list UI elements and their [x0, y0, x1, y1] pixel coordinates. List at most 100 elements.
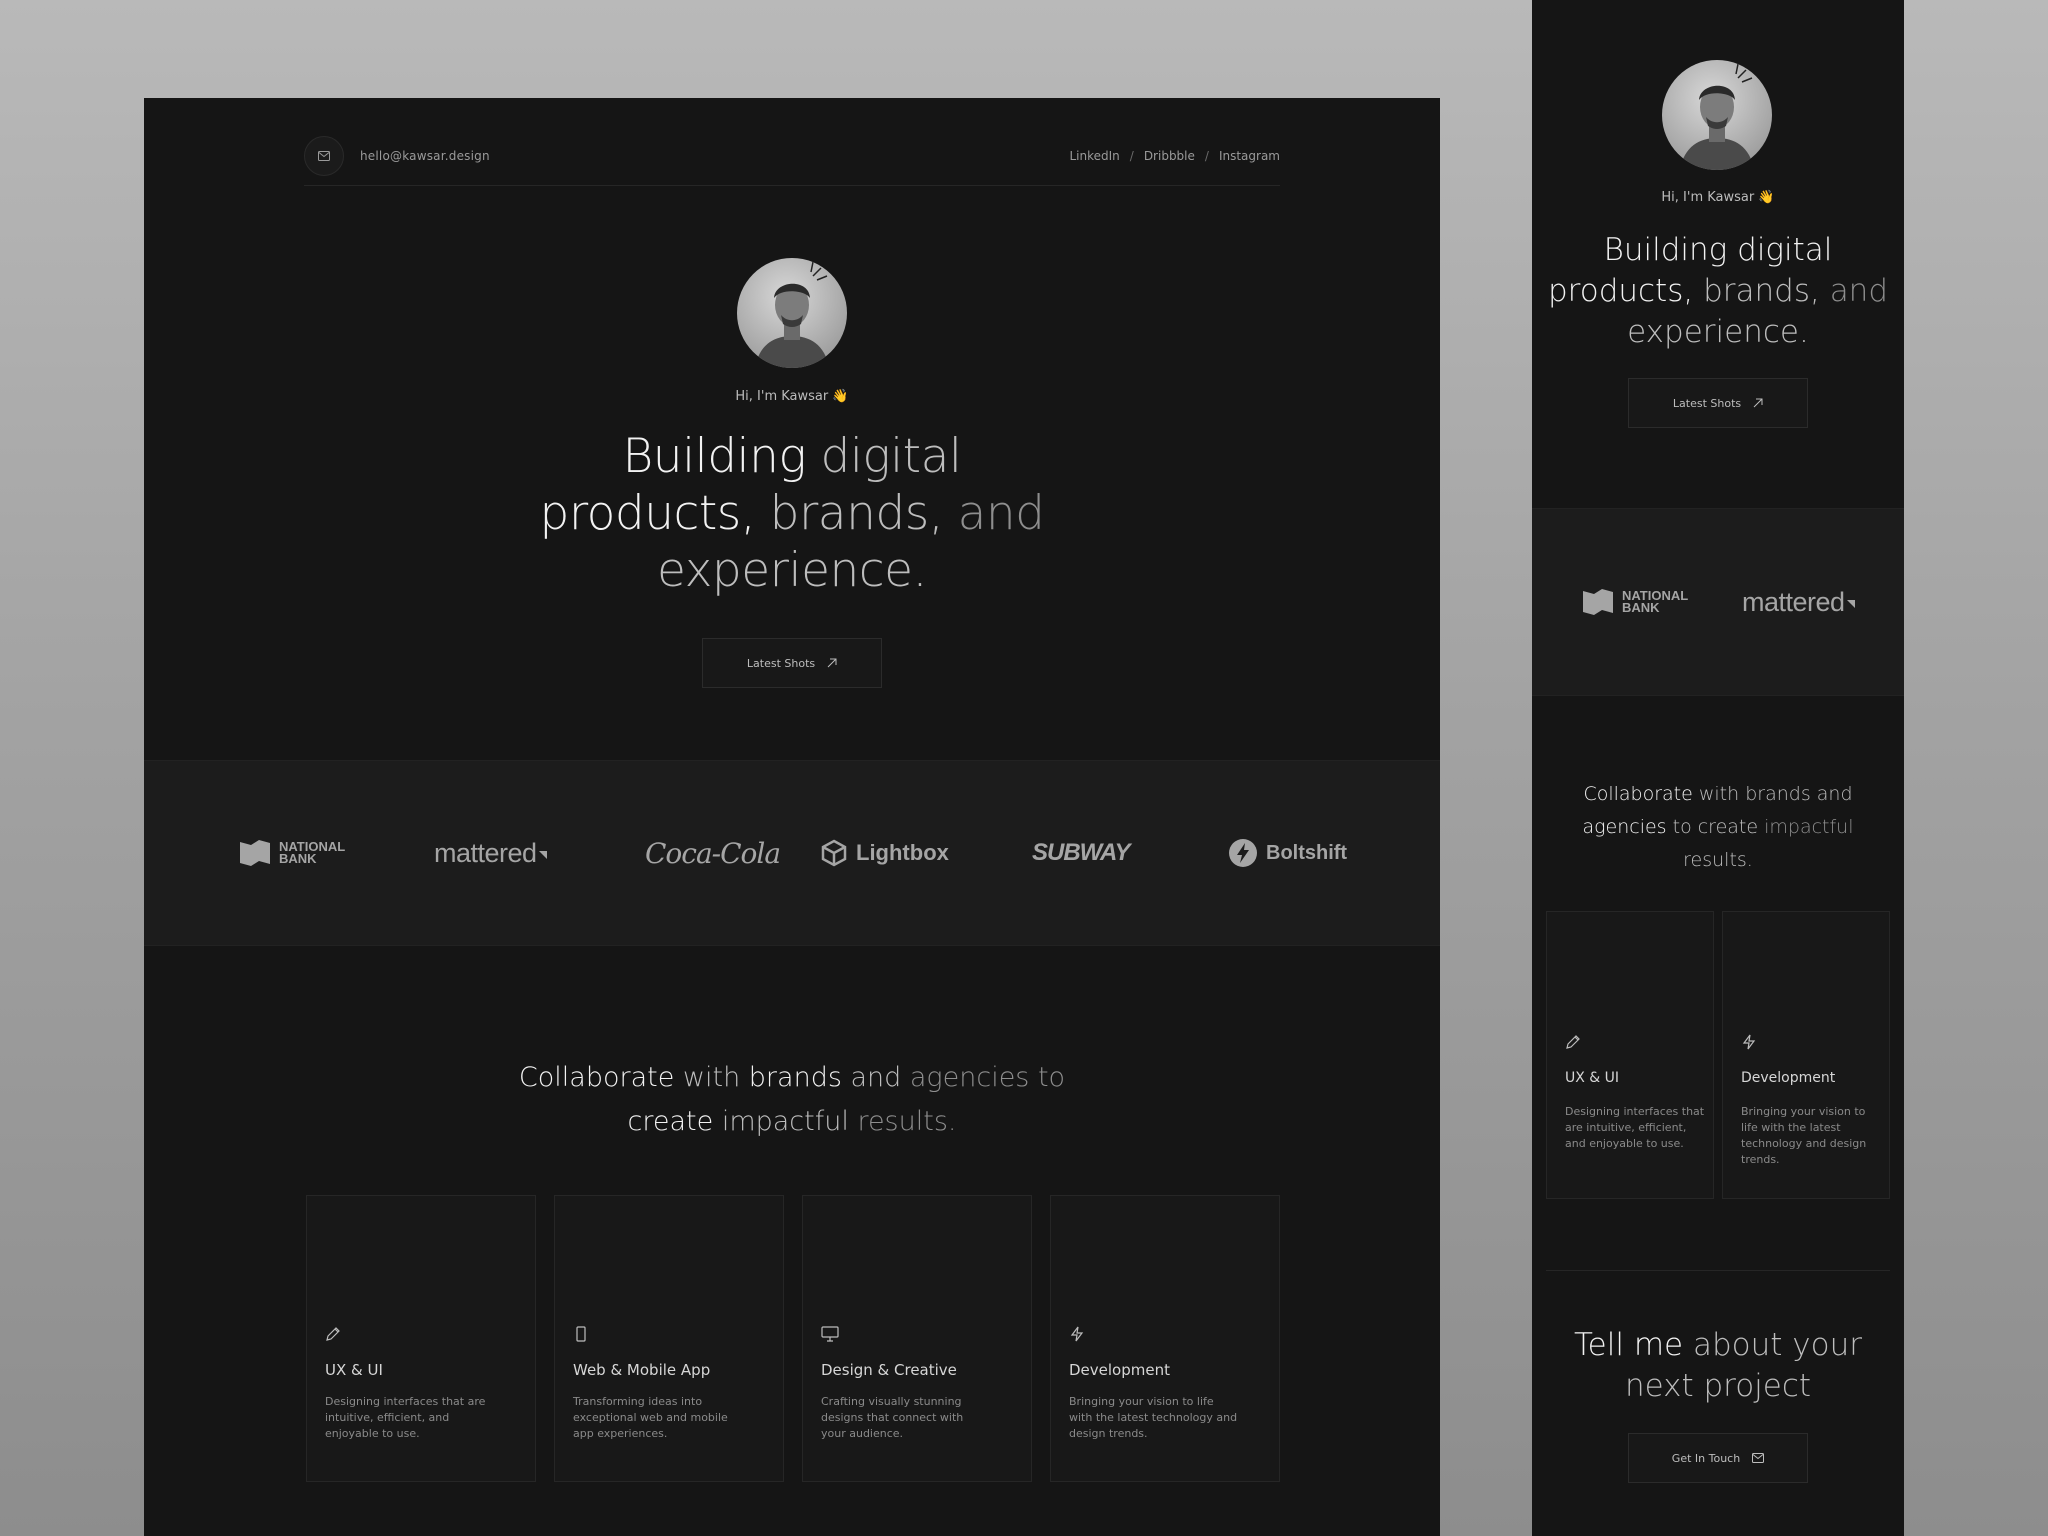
- collab-word: create: [1697, 816, 1765, 838]
- headline-word: experience.: [657, 543, 927, 598]
- headline-word: and: [957, 486, 1045, 541]
- bolt-icon: [1742, 1034, 1756, 1050]
- bolt-circle-icon: [1229, 839, 1257, 867]
- service-card[interactable]: Design & Creative Crafting visually stun…: [802, 1195, 1032, 1482]
- headline-word: experience.: [1627, 314, 1809, 350]
- service-title: UX & UI: [325, 1361, 383, 1379]
- service-description: Designing interfaces that are intuitive,…: [325, 1395, 486, 1440]
- headline-word: and: [1829, 273, 1889, 309]
- collab-word: agencies to: [909, 1062, 1066, 1093]
- separator: /: [1204, 148, 1209, 163]
- headline-word: products,: [539, 486, 770, 541]
- collab-word: results.: [1683, 849, 1753, 871]
- collab-word: impactful: [1764, 816, 1854, 838]
- service-title: Design & Creative: [821, 1361, 957, 1379]
- greeting-text: Hi, I'm Kawsar: [735, 389, 829, 404]
- service-card[interactable]: Web & Mobile App Transforming ideas into…: [554, 1195, 784, 1482]
- instagram-link[interactable]: Instagram: [1219, 149, 1280, 163]
- latest-shots-label: Latest Shots: [1672, 396, 1742, 410]
- service-title: Development: [1741, 1070, 1836, 1086]
- client-logos: NATIONAL BANK mattered Coca-Cola Lightbox…: [144, 760, 1440, 946]
- contact-word: Tell me: [1574, 1327, 1693, 1363]
- boltshift-logo: Boltshift: [1228, 761, 1347, 945]
- service-card[interactable]: Development Bringing your vision to life…: [1722, 911, 1890, 1199]
- service-title: UX & UI: [1565, 1070, 1620, 1086]
- contact-word: next: [1624, 1368, 1704, 1404]
- monitor-icon: [821, 1326, 839, 1342]
- mail-button[interactable]: [304, 135, 344, 176]
- lightbox-wordmark: Lightbox: [856, 840, 949, 865]
- subway-logo: SUBWAY: [1032, 761, 1131, 945]
- headline-word: brands,: [769, 486, 958, 541]
- national-bank-bottom: BANK: [1622, 600, 1660, 615]
- cube-icon: [821, 839, 847, 867]
- collaborate-heading: Collaborate with brands and agencies to …: [1532, 778, 1904, 877]
- mattered-logo: mattered: [434, 761, 547, 945]
- hero-headline: Building digital products, brands, and e…: [1532, 230, 1904, 353]
- get-in-touch-button[interactable]: Get In Touch: [1628, 1433, 1808, 1483]
- collab-word: and: [841, 1062, 910, 1093]
- separator: /: [1129, 148, 1134, 163]
- mattered-wordmark: mattered: [434, 837, 537, 868]
- latest-shots-label: Latest Shots: [746, 656, 816, 670]
- mattered-mark-icon: [538, 851, 547, 859]
- email-contact[interactable]: hello@kawsar.design: [304, 135, 490, 176]
- collab-word: impactful: [721, 1106, 849, 1137]
- hero-headline: Building digital products, brands, and e…: [144, 428, 1440, 599]
- service-description: Crafting visually stunning designs that …: [821, 1395, 964, 1440]
- service-title: Web & Mobile App: [573, 1361, 711, 1379]
- arrow-up-right-icon: [827, 658, 837, 668]
- headline-word: digital: [1737, 232, 1833, 268]
- collab-word: to: [1666, 816, 1698, 838]
- linkedin-link[interactable]: LinkedIn: [1069, 149, 1119, 163]
- top-bar: hello@kawsar.design LinkedIn / Dribbble …: [304, 126, 1280, 186]
- collab-word: brands and: [1745, 783, 1853, 805]
- collab-word: agencies: [1582, 816, 1667, 838]
- headline-word: digital: [820, 429, 962, 484]
- headline-word: Building: [1603, 232, 1738, 268]
- subway-wordmark: SUBWAY: [1032, 839, 1131, 866]
- collab-word: results.: [848, 1106, 957, 1137]
- service-card[interactable]: UX & UI Designing interfaces that are in…: [1546, 911, 1714, 1199]
- service-card[interactable]: UX & UI Designing interfaces that are in…: [306, 1195, 536, 1482]
- mattered-logo: mattered: [1742, 509, 1855, 695]
- service-description: Designing interfaces that are intuitive,…: [1565, 1105, 1705, 1150]
- divider: [1546, 1270, 1890, 1271]
- pencil-icon: [326, 1327, 340, 1341]
- coca-cola-logo: Coca-Cola: [645, 761, 781, 945]
- wave-emoji: 👋: [832, 389, 849, 404]
- latest-shots-button[interactable]: Latest Shots: [1628, 378, 1808, 428]
- avatar: [737, 258, 847, 368]
- dribbble-link[interactable]: Dribbble: [1144, 149, 1195, 163]
- collab-word: create: [627, 1106, 722, 1137]
- social-links: LinkedIn / Dribbble / Instagram: [1069, 149, 1280, 163]
- national-bank-logo: NATIONAL BANK: [239, 761, 345, 945]
- mobile-icon: [576, 1326, 586, 1342]
- mail-icon: [1752, 1453, 1765, 1463]
- mattered-wordmark: mattered: [1742, 586, 1845, 617]
- bolt-icon: [1070, 1326, 1084, 1342]
- contact-heading: Tell me about your next project: [1532, 1325, 1904, 1407]
- wave-emoji: 👋: [1758, 190, 1775, 205]
- collab-word: Collaborate: [518, 1062, 675, 1093]
- greeting: Hi, I'm Kawsar 👋: [1532, 190, 1904, 205]
- flag-icon: [1583, 589, 1613, 615]
- collab-word: Collaborate: [1583, 783, 1693, 805]
- contact-word: about your: [1692, 1327, 1862, 1363]
- collab-word: brands: [748, 1062, 842, 1093]
- pencil-icon: [1566, 1035, 1580, 1049]
- flag-icon: [240, 840, 270, 866]
- service-title: Development: [1069, 1361, 1170, 1379]
- mattered-mark-icon: [1846, 600, 1855, 608]
- service-description: Bringing your vision to life with the la…: [1069, 1395, 1238, 1440]
- service-card[interactable]: Development Bringing your vision to life…: [1050, 1195, 1280, 1482]
- get-in-touch-label: Get In Touch: [1671, 1451, 1741, 1465]
- national-bank-logo: NATIONAL BANK: [1582, 509, 1688, 695]
- collab-word: with: [674, 1062, 749, 1093]
- email-link[interactable]: hello@kawsar.design: [360, 149, 490, 163]
- mobile-page: Hi, I'm Kawsar 👋 Building digital produc…: [1532, 0, 1904, 1536]
- headline-word: brands,: [1703, 273, 1830, 309]
- boltshift-wordmark: Boltshift: [1266, 841, 1348, 864]
- service-description: Bringing your vision to life with the la…: [1741, 1105, 1867, 1166]
- latest-shots-button[interactable]: Latest Shots: [702, 638, 882, 688]
